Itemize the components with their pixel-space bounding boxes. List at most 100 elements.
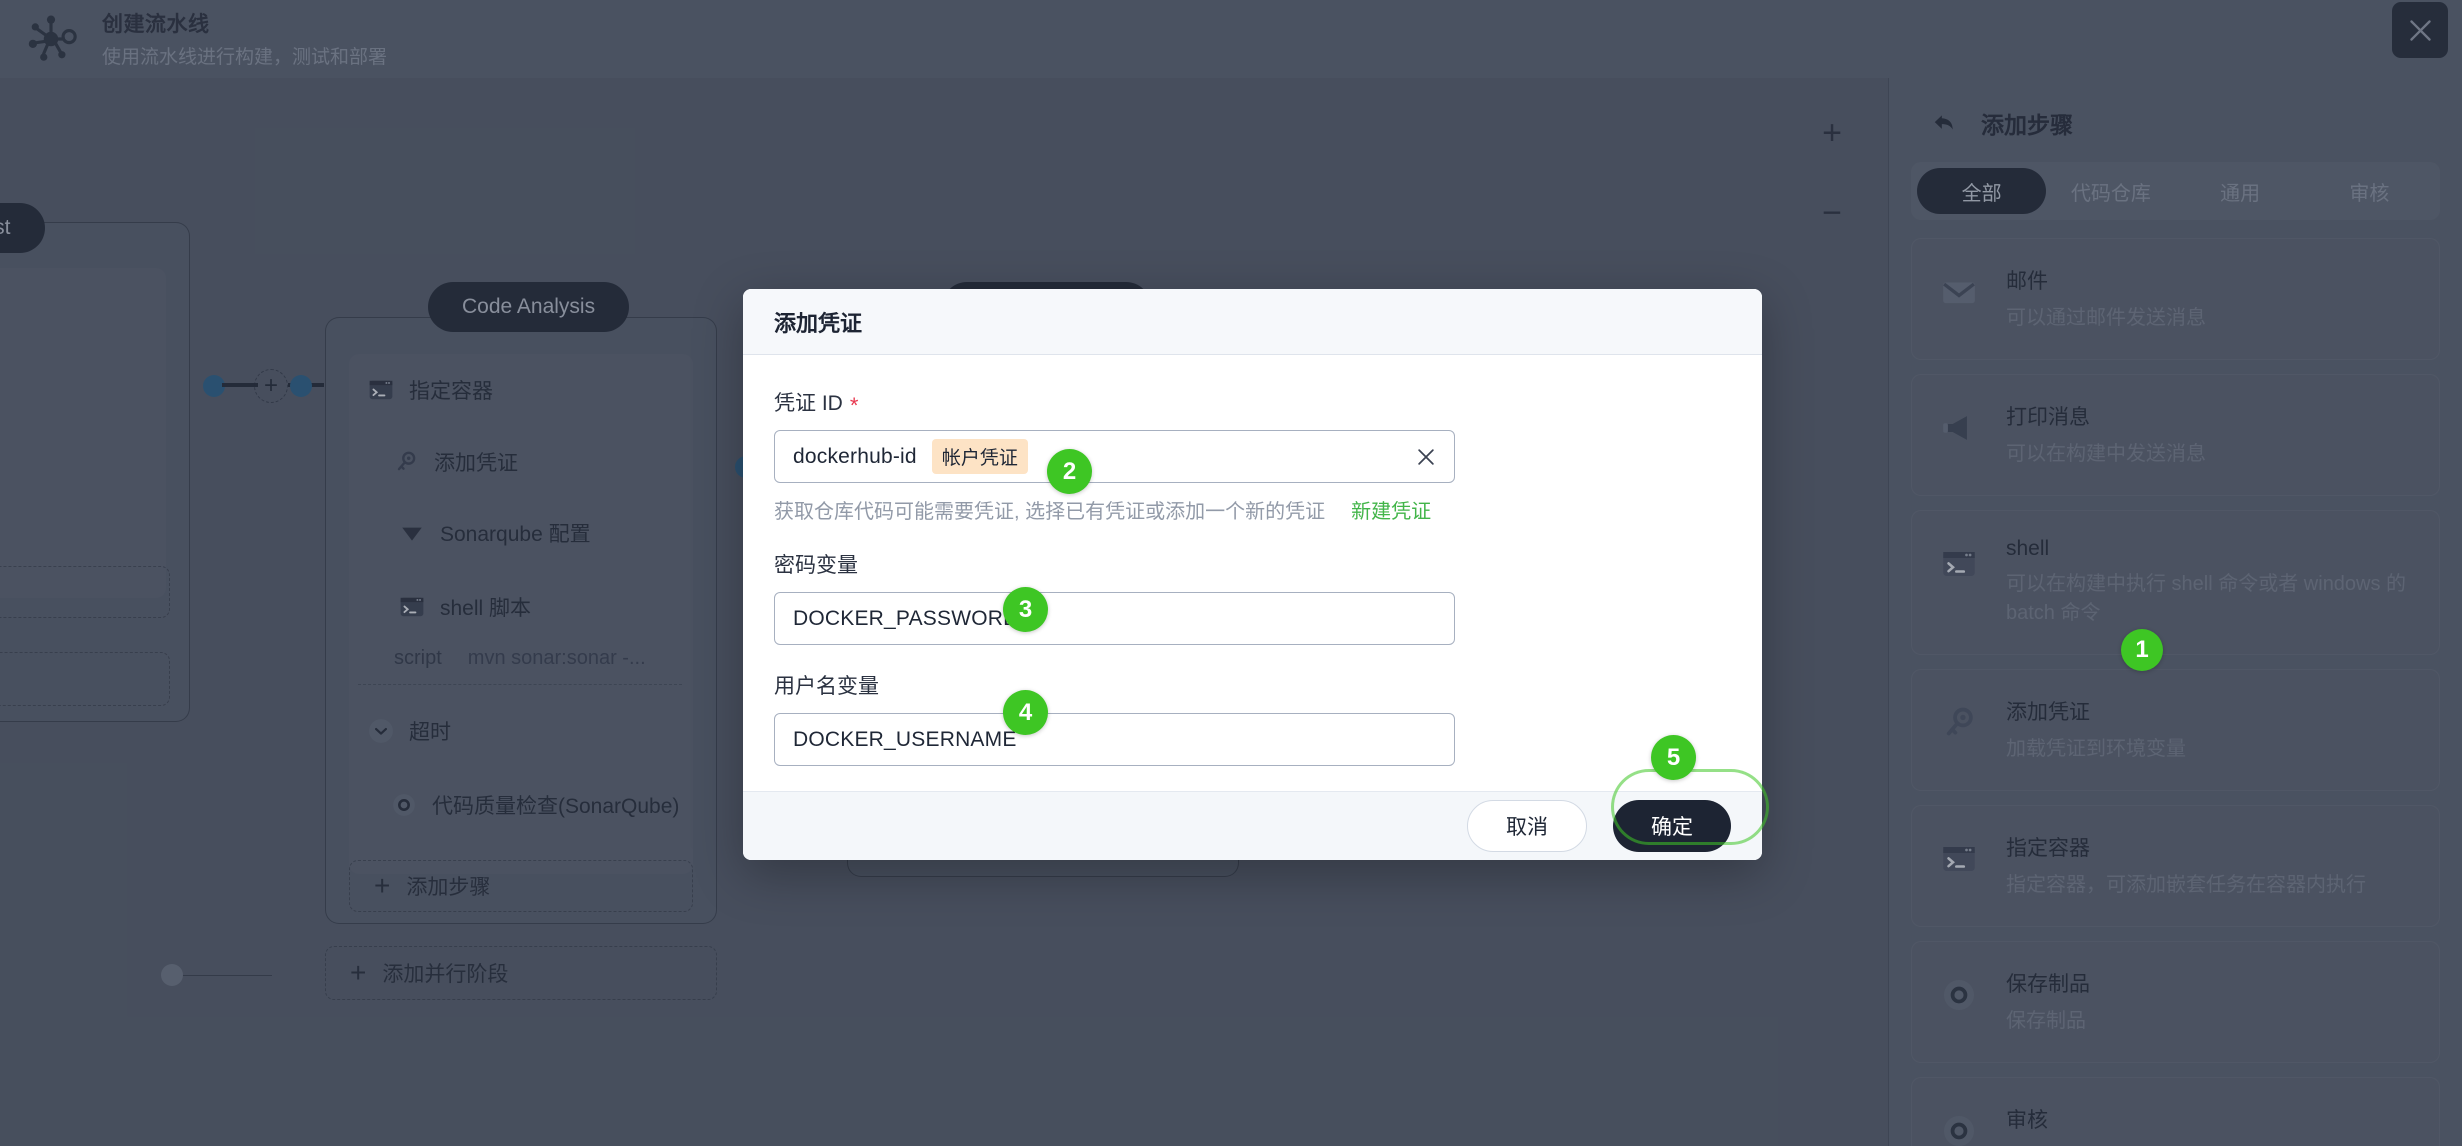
required-asterisk: * <box>849 393 859 419</box>
list-item-desc: 保存制品 <box>2006 1010 2086 1032</box>
disc-icon <box>390 791 418 819</box>
terminal-icon <box>367 376 395 404</box>
plus-icon: + <box>350 957 367 988</box>
close-button[interactable] <box>2392 2 2448 58</box>
list-item-text: shell 可以在构建中执行 shell 命令或者 windows 的 batc… <box>2006 537 2417 628</box>
step-label: 超时 <box>409 721 451 744</box>
step-row-shell-script[interactable]: shell 脚本 <box>398 592 531 622</box>
username-var-label: 用户名变量 <box>774 675 879 699</box>
stage-badge-test[interactable]: Test <box>0 203 45 253</box>
step-row-sonarqube-config[interactable]: Sonarqube 配置 <box>398 518 591 548</box>
list-item-name: 打印消息 <box>2006 406 2090 429</box>
close-icon <box>2409 19 2431 41</box>
brand-text: 创建流水线 使用流水线进行构建，测试和部署 <box>102 8 387 69</box>
list-item-name: 保存制品 <box>2006 973 2090 996</box>
panel-title: 添加步骤 <box>1981 112 2073 138</box>
step-row-quality-gate[interactable]: 代码质量检查(SonarQube) <box>390 790 679 820</box>
list-item-print-message[interactable]: 打印消息 可以在构建中发送消息 <box>1911 374 2440 496</box>
credential-id-label: 凭证 ID <box>774 392 843 416</box>
list-item-name: 指定容器 <box>2006 837 2090 860</box>
stage-badge-code-analysis[interactable]: Code Analysis <box>428 282 630 332</box>
back-arrow-icon[interactable] <box>1931 110 1957 136</box>
step-label: shell 脚本 <box>440 597 532 620</box>
dialog-body: 凭证 ID * dockerhub-id 帐户凭证 获取仓库代码可能需要凭证, … <box>743 355 1762 791</box>
step-label: Sonarqube 配置 <box>440 523 591 546</box>
terminal-icon <box>398 593 426 621</box>
step-row-container[interactable]: 指定容器 <box>367 375 493 405</box>
tab-general[interactable]: 通用 <box>2176 168 2305 214</box>
script-kv-key: script <box>394 647 442 669</box>
list-item-text: 保存制品 保存制品 <box>2006 968 2090 1036</box>
list-item-save-artifact[interactable]: 保存制品 保存制品 <box>1911 941 2440 1063</box>
status-badge: 帐户凭证 <box>931 439 1028 475</box>
field-username-var: 用户名变量 DOCKER_USERNAME <box>774 670 1731 767</box>
test-add-step-button[interactable] <box>0 566 170 618</box>
panel-header: 添加步骤 <box>1889 78 2462 162</box>
field-label: 密码变量 <box>774 549 1731 579</box>
clear-icon[interactable] <box>1415 446 1437 468</box>
step-marker-3: 3 <box>1003 587 1048 632</box>
page-title: 创建流水线 <box>102 13 210 36</box>
list-item-name: 审核 <box>2006 1109 2048 1132</box>
pipeline-nodes-icon <box>22 10 80 68</box>
tab-all[interactable]: 全部 <box>1917 168 2047 214</box>
confirm-button[interactable]: 确定 <box>1613 800 1731 853</box>
list-item-specify-container[interactable]: 指定容器 指定容器，可添加嵌套任务在容器内执行 <box>1911 805 2440 927</box>
terminal-icon <box>1938 838 1980 880</box>
step-label: 添加凭证 <box>434 452 518 475</box>
step-divider <box>358 684 682 685</box>
add-parallel-label: 添加并行阶段 <box>382 963 509 986</box>
zoom-in-button[interactable]: + <box>1822 116 1842 150</box>
test-add-parallel-button[interactable] <box>0 652 170 706</box>
megaphone-icon <box>1938 407 1980 449</box>
password-var-input[interactable]: DOCKER_PASSWORD <box>774 592 1455 646</box>
step-row-add-credential[interactable]: 添加凭证 <box>392 447 518 477</box>
list-item-text: 打印消息 可以在构建中发送消息 <box>2006 401 2206 469</box>
step-label: 指定容器 <box>409 380 493 403</box>
cancel-button[interactable]: 取消 <box>1467 800 1587 853</box>
username-var-input[interactable]: DOCKER_USERNAME <box>774 713 1455 767</box>
mail-icon <box>1938 271 1980 313</box>
field-credential-id: 凭证 ID * dockerhub-id 帐户凭证 获取仓库代码可能需要凭证, … <box>774 387 1731 524</box>
script-kv: script mvn sonar:sonar -... <box>394 647 646 670</box>
credential-id-input[interactable]: dockerhub-id 帐户凭证 <box>774 430 1455 484</box>
tab-code-repo[interactable]: 代码仓库 <box>2046 168 2175 214</box>
help-text: 获取仓库代码可能需要凭证, 选择已有凭证或添加一个新的凭证 <box>774 501 1326 524</box>
step-type-list: 邮件 可以通过邮件发送消息 打印消息 可以在构建中发送消息 shell 可以在构… <box>1889 238 2462 1146</box>
app-header: 创建流水线 使用流水线进行构建，测试和部署 <box>0 0 2462 78</box>
list-item-text: 添加凭证 加载凭证到环境变量 <box>2006 696 2186 764</box>
list-item-shell[interactable]: shell 可以在构建中执行 shell 命令或者 windows 的 batc… <box>1911 510 2440 655</box>
zoom-out-button[interactable]: − <box>1822 196 1842 230</box>
list-item-text: 指定容器 指定容器，可添加嵌套任务在容器内执行 <box>2006 832 2366 900</box>
list-item-name: 添加凭证 <box>2006 701 2090 724</box>
list-item-desc: 加载凭证到环境变量 <box>2006 738 2186 760</box>
key-icon <box>1938 702 1980 744</box>
password-var-label: 密码变量 <box>774 554 858 578</box>
list-item-desc: 可以在构建中发送消息 <box>2006 443 2206 465</box>
new-credential-link[interactable]: 新建凭证 <box>1351 495 1431 524</box>
tab-review[interactable]: 审核 <box>2305 168 2434 214</box>
sonarqube-icon <box>398 519 426 547</box>
field-label: 凭证 ID * <box>774 387 1731 417</box>
step-marker-2: 2 <box>1047 449 1092 494</box>
list-item-text: 邮件 可以通过邮件发送消息 <box>2006 265 2206 333</box>
list-item-name: shell <box>2006 537 2050 560</box>
credential-id-value: dockerhub-id <box>793 444 917 468</box>
dialog-title: 添加凭证 <box>774 310 863 336</box>
code-analysis-add-step-button[interactable]: + 添加步骤 <box>349 860 693 912</box>
add-step-label: 添加步骤 <box>406 876 491 899</box>
code-analysis-add-parallel-button[interactable]: + 添加并行阶段 <box>325 946 717 1000</box>
script-kv-value: mvn sonar:sonar -... <box>467 647 646 669</box>
list-item-add-credential[interactable]: 添加凭证 加载凭证到环境变量 <box>1911 669 2440 791</box>
list-item-review[interactable]: 审核 流水线运行至此任务将会暂停，审核后可选择继续或终止 <box>1911 1077 2440 1146</box>
field-password-var: 密码变量 DOCKER_PASSWORD <box>774 549 1731 646</box>
step-marker-1: 1 <box>2121 629 2163 671</box>
password-var-value: DOCKER_PASSWORD <box>793 606 1019 630</box>
list-item-desc: 可以通过邮件发送消息 <box>2006 307 2206 329</box>
brand: 创建流水线 使用流水线进行构建，测试和部署 <box>22 8 387 69</box>
chevron-down-icon <box>367 717 395 745</box>
terminal-icon <box>1938 543 1980 585</box>
list-item-mail[interactable]: 邮件 可以通过邮件发送消息 <box>1911 238 2440 360</box>
dialog-header: 添加凭证 <box>743 289 1762 356</box>
step-row-timeout[interactable]: 超时 <box>367 716 451 746</box>
